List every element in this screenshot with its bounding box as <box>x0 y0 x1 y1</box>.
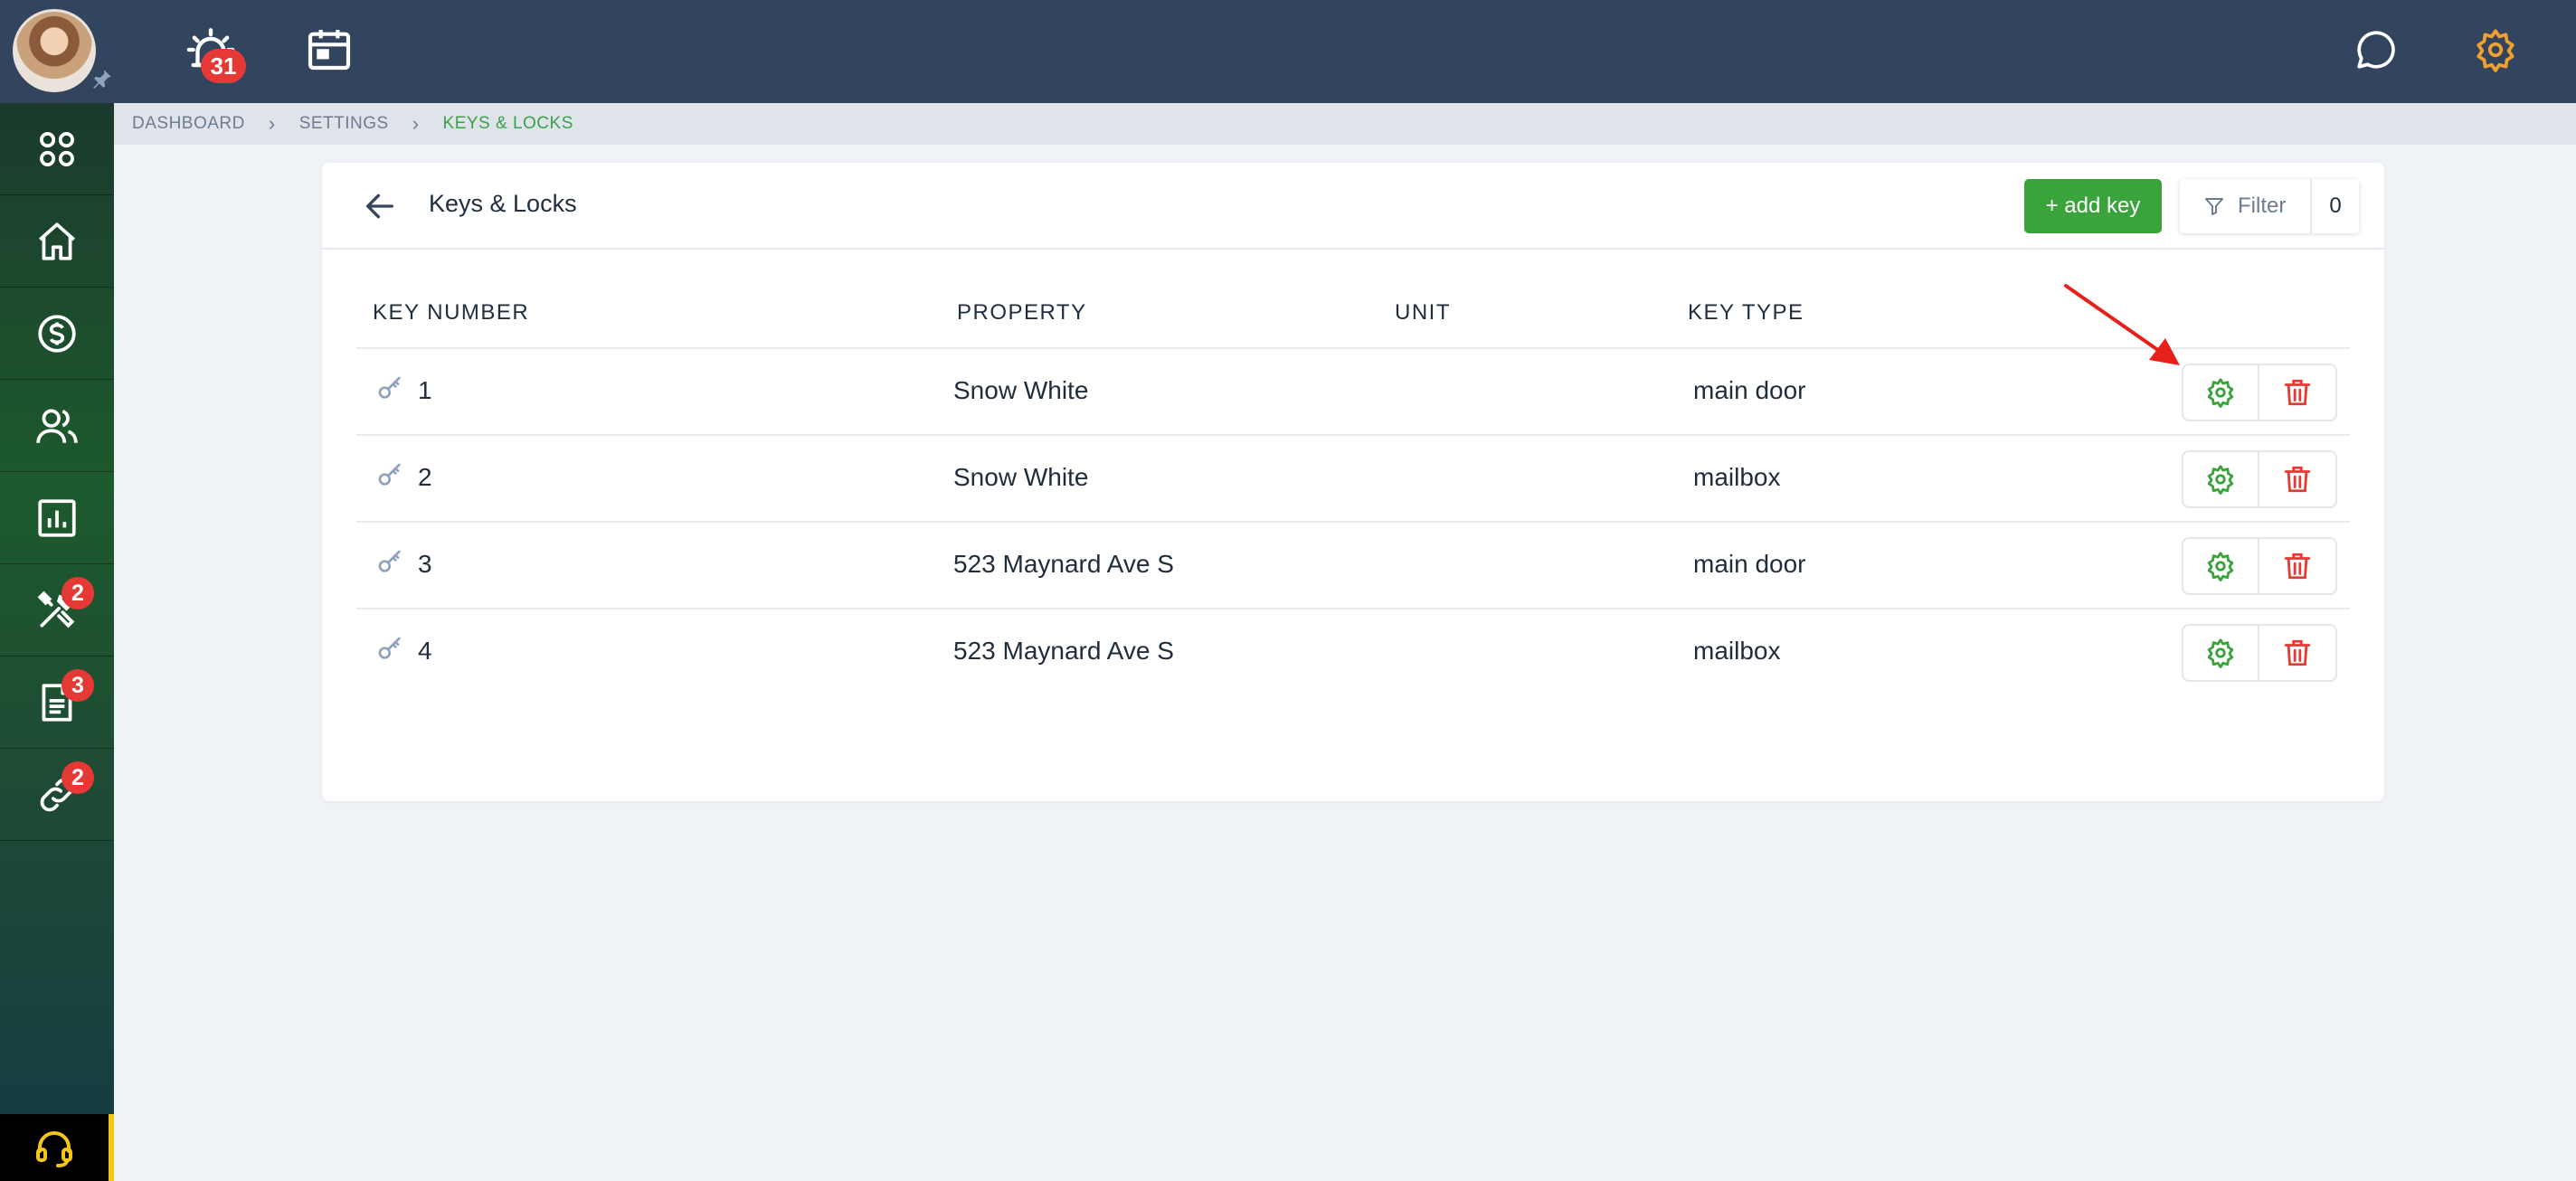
table-row: 3 523 Maynard Ave S main door <box>356 521 2350 608</box>
property-cell: 523 Maynard Ave S <box>953 637 1174 665</box>
edit-settings-button[interactable] <box>2183 365 2259 420</box>
gear-icon <box>2207 465 2234 495</box>
trash-icon <box>2284 379 2311 406</box>
key-type-cell: main door <box>1693 376 1806 404</box>
filter-label: Filter <box>2238 194 2287 218</box>
gear-icon <box>2207 638 2234 668</box>
key-icon <box>378 463 401 486</box>
add-key-button[interactable]: + add key <box>2024 179 2162 233</box>
sidebar-badge-maintenance: 2 <box>62 577 94 609</box>
users-icon <box>36 408 78 443</box>
property-cell: Snow White <box>953 463 1089 491</box>
sidebar-item-people[interactable] <box>0 380 114 472</box>
filter-button[interactable]: Filter <box>2180 179 2310 233</box>
column-header-property[interactable]: PROPERTY <box>957 300 1087 326</box>
column-header-key-number[interactable]: KEY NUMBER <box>373 300 529 326</box>
property-cell: 523 Maynard Ave S <box>953 550 1174 578</box>
key-type-cell: main door <box>1693 550 1806 578</box>
sidebar-item-maintenance[interactable]: 2 <box>0 564 114 657</box>
sidebar-item-home[interactable] <box>0 195 114 288</box>
sidebar-item-apps[interactable] <box>0 103 114 195</box>
filter-group: Filter 0 <box>2180 179 2359 233</box>
apps-grid-icon <box>40 131 74 166</box>
delete-button[interactable] <box>2259 539 2335 593</box>
trash-icon <box>2284 639 2311 666</box>
home-icon <box>39 222 75 260</box>
keys-locks-card: Keys & Locks + add key Filter 0 KEY NUMB… <box>322 163 2384 801</box>
column-header-unit[interactable]: UNIT <box>1395 300 1451 326</box>
back-arrow-icon[interactable] <box>362 188 398 224</box>
delete-button[interactable] <box>2259 626 2335 680</box>
key-number-cell: 3 <box>418 550 432 578</box>
edit-settings-button[interactable] <box>2183 539 2259 593</box>
gear-icon <box>2207 552 2234 581</box>
table-row: 4 523 Maynard Ave S mailbox <box>356 608 2350 694</box>
pin-icon[interactable] <box>90 67 114 90</box>
breadcrumb-dashboard[interactable]: DASHBOARD <box>132 114 245 134</box>
delete-button[interactable] <box>2259 452 2335 506</box>
headset-icon <box>36 1131 72 1167</box>
row-actions <box>2182 624 2337 682</box>
sidebar-item-reports[interactable] <box>0 472 114 564</box>
breadcrumb: DASHBOARD › SETTINGS › KEYS & LOCKS <box>114 103 2576 145</box>
edit-settings-button[interactable] <box>2183 626 2259 680</box>
reports-chart-icon <box>38 498 76 537</box>
column-header-key-type[interactable]: KEY TYPE <box>1688 300 1804 326</box>
chevron-right-icon: › <box>268 112 276 135</box>
sidebar-badge-documents: 3 <box>62 669 94 702</box>
row-actions <box>2182 364 2337 421</box>
annotation-arrow-icon <box>2064 284 2180 365</box>
key-type-cell: mailbox <box>1693 463 1781 491</box>
trash-icon <box>2284 553 2311 580</box>
support-edge-accent <box>109 1114 114 1181</box>
page-title: Keys & Locks <box>429 190 577 217</box>
top-bar: 31 <box>0 0 2576 103</box>
key-number-cell: 1 <box>418 376 432 404</box>
calendar-icon[interactable] <box>304 24 355 74</box>
settings-gear-icon[interactable] <box>2473 27 2518 72</box>
trash-icon <box>2284 466 2311 493</box>
breadcrumb-settings[interactable]: SETTINGS <box>299 114 389 134</box>
avatar[interactable] <box>13 9 96 92</box>
breadcrumb-keys-locks: KEYS & LOCKS <box>442 114 573 133</box>
sidebar-item-documents[interactable]: 3 <box>0 657 114 749</box>
card-header: Keys & Locks + add key Filter 0 <box>322 163 2384 250</box>
sidebar-item-links[interactable]: 2 <box>0 749 114 841</box>
key-number-cell: 4 <box>418 637 432 665</box>
key-icon <box>378 376 401 399</box>
row-actions <box>2182 537 2337 595</box>
row-actions <box>2182 450 2337 508</box>
key-icon <box>378 550 401 572</box>
dollar-icon <box>38 314 76 353</box>
key-icon <box>378 637 401 659</box>
edit-settings-button[interactable] <box>2183 452 2259 506</box>
sidebar: 2 3 2 <box>0 103 114 1181</box>
gear-icon <box>2207 378 2234 408</box>
table-row: 1 Snow White main door <box>356 347 2350 434</box>
filter-funnel-icon <box>2205 198 2223 215</box>
notification-badge: 31 <box>201 49 246 83</box>
support-button[interactable] <box>0 1114 109 1181</box>
delete-button[interactable] <box>2259 365 2335 420</box>
sidebar-item-finance[interactable] <box>0 288 114 380</box>
chevron-right-icon: › <box>412 112 420 135</box>
chat-icon[interactable] <box>2353 27 2399 72</box>
filter-count: 0 <box>2310 179 2359 233</box>
property-cell: Snow White <box>953 376 1089 404</box>
table-row: 2 Snow White mailbox <box>356 434 2350 521</box>
key-type-cell: mailbox <box>1693 637 1781 665</box>
key-number-cell: 2 <box>418 463 432 491</box>
sidebar-badge-links: 2 <box>62 761 94 794</box>
